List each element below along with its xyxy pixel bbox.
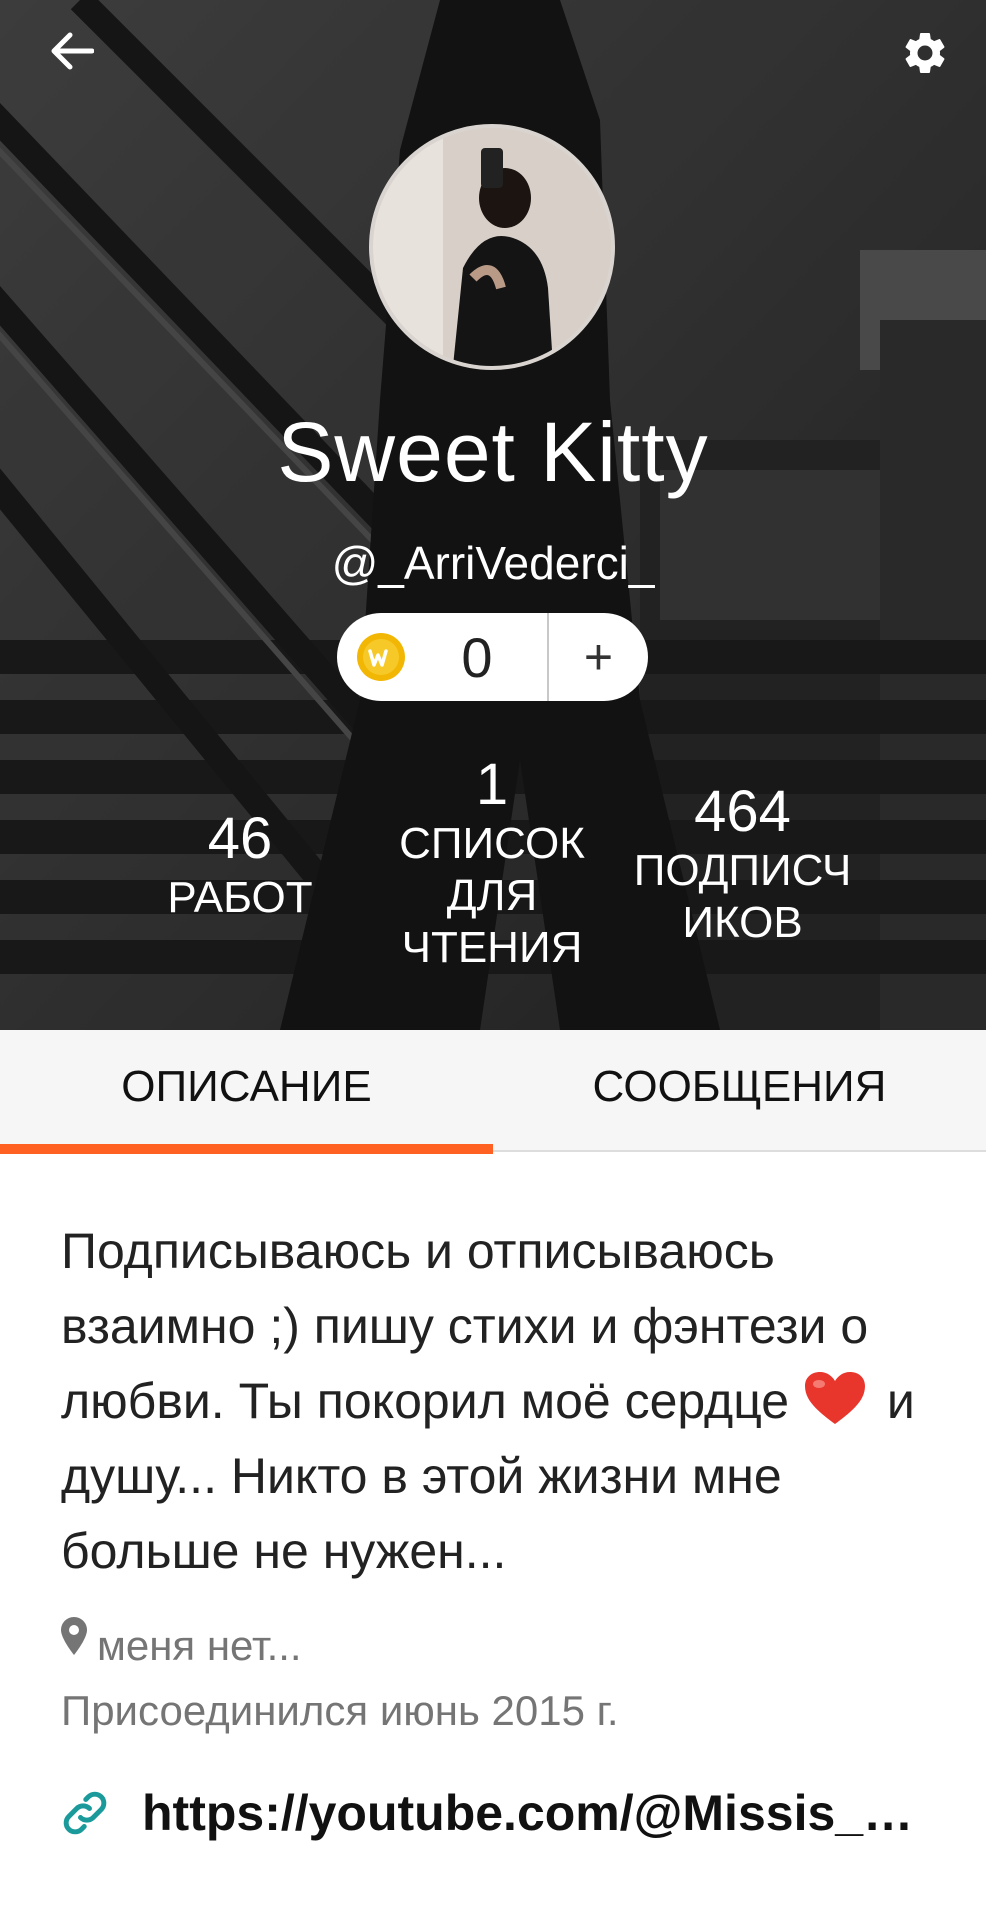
- location-text: меня нет...: [97, 1622, 302, 1669]
- tab-description[interactable]: ОПИСАНИЕ: [0, 1030, 493, 1154]
- profile-link-row: https://youtube.com/@Missis_…: [58, 1784, 958, 1842]
- tab-messages[interactable]: СООБЩЕНИЯ: [493, 1030, 986, 1152]
- coins-widget: 0 +: [337, 613, 648, 701]
- reading-lists-count: 1: [475, 752, 509, 817]
- add-coins-button[interactable]: +: [549, 613, 648, 701]
- avatar[interactable]: [369, 124, 615, 370]
- profile-link[interactable]: https://youtube.com/@Missis_…: [142, 1784, 913, 1842]
- reading-lists-label-line: СПИСОК: [399, 819, 585, 868]
- location-row: меня нет...: [61, 1617, 302, 1670]
- works-count: 46: [207, 806, 273, 871]
- description-text: Подписываюсь и отписываюсь взаимно ;) пи…: [61, 1223, 869, 1429]
- profile-display-name: Sweet Kitty: [277, 405, 709, 499]
- followers-label-line: ИКОВ: [682, 898, 803, 947]
- followers-count: 464: [694, 779, 791, 844]
- stat-reading-lists[interactable]: 1 СПИСОК ДЛЯ ЧТЕНИЯ: [392, 752, 592, 974]
- link-icon: [63, 1791, 107, 1835]
- works-label: РАБОТ: [167, 873, 313, 922]
- reading-lists-label-line: ДЛЯ: [446, 871, 538, 920]
- red-heart-emoji: [805, 1372, 866, 1424]
- profile-header: Sweet Kitty @_ArriVederci_ 0 + 46 РАБОТ …: [0, 0, 986, 1030]
- followers-label-line: ПОДПИСЧ: [633, 846, 852, 895]
- gear-icon: [905, 32, 945, 73]
- back-button[interactable]: [40, 20, 102, 82]
- coin-balance: 0: [461, 625, 493, 689]
- reading-lists-label-line: ЧТЕНИЯ: [401, 923, 583, 972]
- avatar-photo: [373, 128, 611, 366]
- wattpad-coin-icon: [357, 633, 405, 681]
- stat-followers[interactable]: 464 ПОДПИСЧ ИКОВ: [620, 779, 865, 949]
- arrow-left-icon: [51, 32, 94, 70]
- joined-date: Присоединился июнь 2015 г.: [61, 1687, 619, 1734]
- settings-button[interactable]: [894, 22, 956, 84]
- profile-username: @_ArriVederci_: [331, 537, 655, 589]
- profile-description: Подписываюсь и отписываюсь взаимно ;) пи…: [61, 1214, 941, 1589]
- stat-works[interactable]: 46 РАБОТ: [150, 806, 330, 924]
- profile-tabs: ОПИСАНИЕ СООБЩЕНИЯ: [0, 1030, 986, 1154]
- map-pin-icon: [61, 1617, 87, 1655]
